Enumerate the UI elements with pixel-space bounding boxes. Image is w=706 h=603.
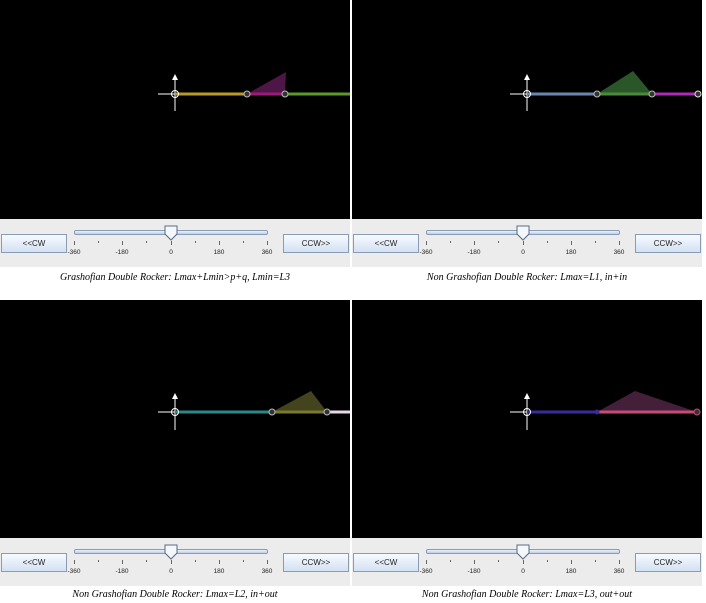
tick-label: 0 — [521, 249, 525, 256]
ccw-button[interactable]: CCW>> — [283, 553, 349, 572]
mechanism-caption: Non Grashofian Double Rocker: Lmax=L1, i… — [426, 271, 628, 283]
angle-slider[interactable]: -360 -180 0 180 360 — [67, 544, 272, 579]
ccw-button[interactable]: CCW>> — [635, 553, 701, 572]
tick-label: 360 — [613, 249, 625, 256]
mechanism-canvas — [352, 300, 702, 538]
mechanism-caption: Non Grashofian Double Rocker: Lmax=L2, i… — [72, 589, 278, 600]
joint-b — [693, 408, 701, 416]
controls-bar: <<CW -360 -180 0 180 360 CCW>> — [0, 219, 350, 267]
coupler-triangle — [597, 71, 652, 94]
cw-button[interactable]: <<CW — [353, 553, 419, 572]
joint-a — [594, 409, 600, 415]
tick-label: 360 — [613, 568, 625, 575]
slider-thumb[interactable] — [164, 225, 178, 241]
tick-label: -180 — [115, 249, 129, 256]
ccw-button[interactable]: CCW>> — [635, 234, 701, 253]
coupler-triangle — [247, 72, 286, 94]
coupler-triangle — [272, 391, 327, 412]
angle-slider[interactable]: -360 -180 0 180 360 — [419, 225, 624, 260]
axis-arrow — [524, 393, 530, 399]
tick-label: 180 — [213, 249, 225, 256]
joint-c — [694, 90, 702, 98]
joint-a — [593, 90, 601, 98]
axis-arrow — [172, 393, 178, 399]
joint-b — [648, 90, 656, 98]
axis-arrow — [524, 74, 530, 80]
tick-label: -180 — [467, 568, 481, 575]
slider-ticks — [426, 241, 620, 246]
cw-button[interactable]: <<CW — [353, 234, 419, 253]
panel-non-grashofian-in-out: <<CW -360 -180 0 180 360 CCW>> Non Grash… — [0, 300, 350, 600]
panel-grashofian-double-rocker: <<CW -360 -180 0 180 360 CCW>> Grashofia… — [0, 0, 350, 290]
mechanism-caption: Non Grashofian Double Rocker: Lmax=L3, o… — [421, 589, 633, 600]
angle-slider[interactable]: -360 -180 0 180 360 — [67, 225, 272, 260]
linkage-drawing — [158, 391, 350, 430]
panel-non-grashofian-in-in: <<CW -360 -180 0 180 360 CCW>> Non Grash… — [352, 0, 702, 290]
joint-a — [243, 90, 251, 98]
cw-button[interactable]: <<CW — [1, 234, 67, 253]
slider-ticks — [74, 560, 268, 565]
tick-label: -360 — [419, 249, 433, 256]
tick-label: 180 — [213, 568, 225, 575]
mechanism-caption: Grashofian Double Rocker: Lmax+Lmin>p+q,… — [59, 271, 291, 283]
slider-ticks — [426, 560, 620, 565]
tick-label: 0 — [521, 568, 525, 575]
axis-arrow — [172, 74, 178, 80]
tick-label: -180 — [115, 568, 129, 575]
slider-thumb[interactable] — [516, 544, 530, 560]
linkage-drawing — [510, 391, 701, 430]
tick-label: -360 — [419, 568, 433, 575]
coupler-triangle — [597, 391, 697, 412]
tick-label: -360 — [67, 568, 81, 575]
mechanism-canvas — [0, 300, 350, 538]
ccw-button[interactable]: CCW>> — [283, 234, 349, 253]
panel-non-grashofian-out-out: <<CW -360 -180 0 180 360 CCW>> Non Grash… — [352, 300, 702, 600]
linkage-drawing — [158, 72, 350, 111]
slider-thumb[interactable] — [516, 225, 530, 241]
controls-bar: <<CW -360 -180 0 180 360 CCW>> — [352, 538, 702, 586]
tick-label: -180 — [467, 249, 481, 256]
cw-button[interactable]: <<CW — [1, 553, 67, 572]
slider-thumb[interactable] — [164, 544, 178, 560]
joint-a — [268, 408, 276, 416]
linkage-drawing — [510, 71, 702, 111]
joint-b — [281, 90, 289, 98]
joint-b — [323, 408, 331, 416]
tick-label: 360 — [261, 249, 273, 256]
slider-ticks — [74, 241, 268, 246]
tick-label: 0 — [169, 249, 173, 256]
mechanism-canvas — [352, 0, 702, 219]
tick-label: 180 — [565, 568, 577, 575]
controls-bar: <<CW -360 -180 0 180 360 CCW>> — [0, 538, 350, 586]
mechanism-canvas — [0, 0, 350, 219]
angle-slider[interactable]: -360 -180 0 180 360 — [419, 544, 624, 579]
tick-label: 0 — [169, 568, 173, 575]
controls-bar: <<CW -360 -180 0 180 360 CCW>> — [352, 219, 702, 267]
tick-label: -360 — [67, 249, 81, 256]
tick-label: 360 — [261, 568, 273, 575]
tick-label: 180 — [565, 249, 577, 256]
